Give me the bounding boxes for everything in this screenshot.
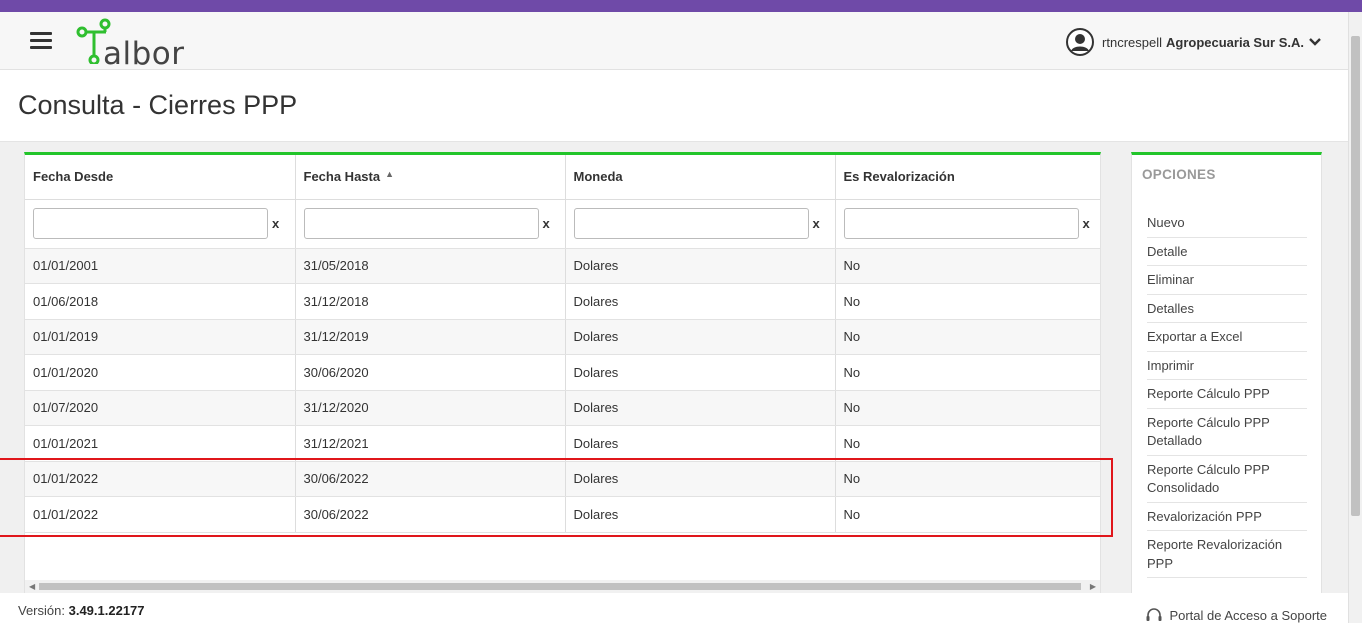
username: rtncrespell <box>1102 34 1163 50</box>
cell-es-revalorizacion: No <box>835 496 1100 533</box>
company-name: Agropecuaria Sur S.A. <box>1166 34 1304 50</box>
browser-top-strip <box>0 0 1362 12</box>
column-header-fecha-desde[interactable]: Fecha Desde <box>25 155 296 200</box>
clear-filter-fecha-hasta-button[interactable]: x <box>543 216 550 231</box>
cell-fecha-hasta: 30/06/2022 <box>295 496 566 533</box>
cell-moneda: Dolares <box>565 319 836 355</box>
filter-fecha-hasta-input[interactable] <box>303 208 539 239</box>
headset-icon <box>1146 608 1162 621</box>
cell-fecha-desde: 01/01/2020 <box>25 354 296 391</box>
app-header: albor rtncrespell Agropecuaria Sur S.A. <box>0 12 1348 72</box>
filter-es-revalorizacion-input[interactable] <box>843 208 1079 239</box>
page-title: Consulta - Cierres PPP <box>18 90 298 120</box>
support-portal-label: Portal de Acceso a Soporte <box>1169 607 1327 623</box>
option-detalle[interactable]: Detalle <box>1147 238 1307 266</box>
filter-fecha-desde-input[interactable] <box>33 208 268 239</box>
hamburger-icon[interactable] <box>30 32 52 50</box>
cell-fecha-hasta: 31/12/2019 <box>295 319 566 355</box>
cell-fecha-hasta: 31/12/2018 <box>295 283 566 320</box>
cell-moneda: Dolares <box>565 283 836 320</box>
cell-es-revalorizacion: No <box>835 461 1100 497</box>
sort-asc-icon: ▲ <box>385 169 395 180</box>
cell-moneda: Dolares <box>565 248 836 284</box>
table-row[interactable]: 01/01/2021 31/12/2021 Dolares No <box>25 425 1100 462</box>
footer: Versión: 3.49.1.22177 Portal de Acceso a… <box>0 593 1348 623</box>
clear-filter-moneda-button[interactable]: x <box>813 216 820 231</box>
option-exportar-excel[interactable]: Exportar a Excel <box>1147 323 1307 352</box>
options-list: Nuevo Detalle Eliminar Detalles Exportar… <box>1132 209 1321 578</box>
user-circle-icon <box>1066 28 1095 56</box>
column-header-fecha-hasta[interactable]: Fecha Hasta ▲ <box>295 155 566 200</box>
cell-es-revalorizacion: No <box>835 283 1100 320</box>
cell-fecha-desde: 01/07/2020 <box>25 390 296 426</box>
option-imprimir[interactable]: Imprimir <box>1147 352 1307 380</box>
cell-moneda: Dolares <box>565 461 836 497</box>
logo-text: albor <box>103 36 185 72</box>
cell-moneda: Dolares <box>565 390 836 426</box>
option-reporte-revalorizacion-ppp[interactable]: Reporte Revalorización PPP <box>1147 531 1307 578</box>
cell-fecha-desde: 01/01/2019 <box>25 319 296 355</box>
version-label: Versión: <box>18 603 65 618</box>
option-detalles[interactable]: Detalles <box>1147 295 1307 323</box>
chevron-down-icon <box>1309 38 1321 46</box>
version-info: Versión: 3.49.1.22177 <box>18 603 145 618</box>
table-row[interactable]: 01/06/2018 31/12/2018 Dolares No <box>25 283 1100 320</box>
user-menu[interactable]: rtncrespell Agropecuaria Sur S.A. <box>1066 28 1322 56</box>
albor-logo[interactable]: albor <box>76 18 196 72</box>
cell-fecha-desde: 01/06/2018 <box>25 283 296 320</box>
scroll-left-icon[interactable]: ◀ <box>29 582 35 591</box>
cell-es-revalorizacion: No <box>835 425 1100 462</box>
clear-filter-es-revalorizacion-button[interactable]: x <box>1083 216 1090 231</box>
cell-fecha-desde: 01/01/2021 <box>25 425 296 462</box>
option-revalorizacion-ppp[interactable]: Revalorización PPP <box>1147 503 1307 531</box>
table-row[interactable]: 01/01/2022 30/06/2022 Dolares No <box>25 496 1100 533</box>
cell-fecha-hasta: 31/12/2020 <box>295 390 566 426</box>
cell-es-revalorizacion: No <box>835 319 1100 355</box>
scroll-right-icon[interactable]: ▶ <box>1090 582 1096 591</box>
vertical-scroll-thumb[interactable] <box>1351 36 1360 516</box>
page-title-bar: Consulta - Cierres PPP <box>0 70 1348 142</box>
options-panel: OPCIONES Nuevo Detalle Eliminar Detalles… <box>1131 152 1322 593</box>
horizontal-scroll-thumb[interactable] <box>39 583 1081 590</box>
option-reporte-calculo-ppp-detallado[interactable]: Reporte Cálculo PPP Detallado <box>1147 409 1307 456</box>
column-header-es-revalorizacion[interactable]: Es Revalorización <box>835 155 1100 200</box>
table-row[interactable]: 01/01/2019 31/12/2019 Dolares No <box>25 319 1100 355</box>
horizontal-scrollbar[interactable]: ◀ ▶ <box>25 580 1100 593</box>
option-reporte-calculo-ppp-consolidado[interactable]: Reporte Cálculo PPP Consolidado <box>1147 456 1307 503</box>
table-row[interactable]: 01/07/2020 31/12/2020 Dolares No <box>25 390 1100 426</box>
column-header-moneda[interactable]: Moneda <box>565 155 836 200</box>
option-nuevo[interactable]: Nuevo <box>1147 209 1307 238</box>
cell-fecha-hasta: 30/06/2022 <box>295 461 566 497</box>
support-portal-link[interactable]: Portal de Acceso a Soporte <box>1145 607 1327 623</box>
cell-fecha-desde: 01/01/2022 <box>25 496 296 533</box>
version-value: 3.49.1.22177 <box>68 603 145 618</box>
results-panel: Fecha Desde Fecha Hasta ▲ Moneda Es Reval… <box>24 152 1101 593</box>
table-row[interactable]: 01/01/2001 31/05/2018 Dolares No <box>25 248 1100 284</box>
cell-es-revalorizacion: No <box>835 390 1100 426</box>
filter-row: x x x x <box>25 199 1100 249</box>
clear-filter-fecha-desde-button[interactable]: x <box>272 216 279 231</box>
results-table: Fecha Desde Fecha Hasta ▲ Moneda Es Reval… <box>25 155 1100 533</box>
cell-fecha-hasta: 31/12/2021 <box>295 425 566 462</box>
cell-fecha-hasta: 31/05/2018 <box>295 248 566 284</box>
cell-moneda: Dolares <box>565 354 836 391</box>
table-row[interactable]: 01/01/2020 30/06/2020 Dolares No <box>25 354 1100 391</box>
cell-fecha-desde: 01/01/2022 <box>25 461 296 497</box>
cell-es-revalorizacion: No <box>835 354 1100 391</box>
cell-moneda: Dolares <box>565 496 836 533</box>
cell-fecha-desde: 01/01/2001 <box>25 248 296 284</box>
filter-moneda-input[interactable] <box>573 208 809 239</box>
options-title: OPCIONES <box>1142 167 1216 182</box>
cell-moneda: Dolares <box>565 425 836 462</box>
option-eliminar[interactable]: Eliminar <box>1147 266 1307 295</box>
cell-es-revalorizacion: No <box>835 248 1100 284</box>
option-reporte-calculo-ppp[interactable]: Reporte Cálculo PPP <box>1147 380 1307 409</box>
cell-fecha-hasta: 30/06/2020 <box>295 354 566 391</box>
page-vertical-scrollbar[interactable] <box>1348 12 1362 623</box>
table-row[interactable]: 01/01/2022 30/06/2022 Dolares No <box>25 461 1100 497</box>
